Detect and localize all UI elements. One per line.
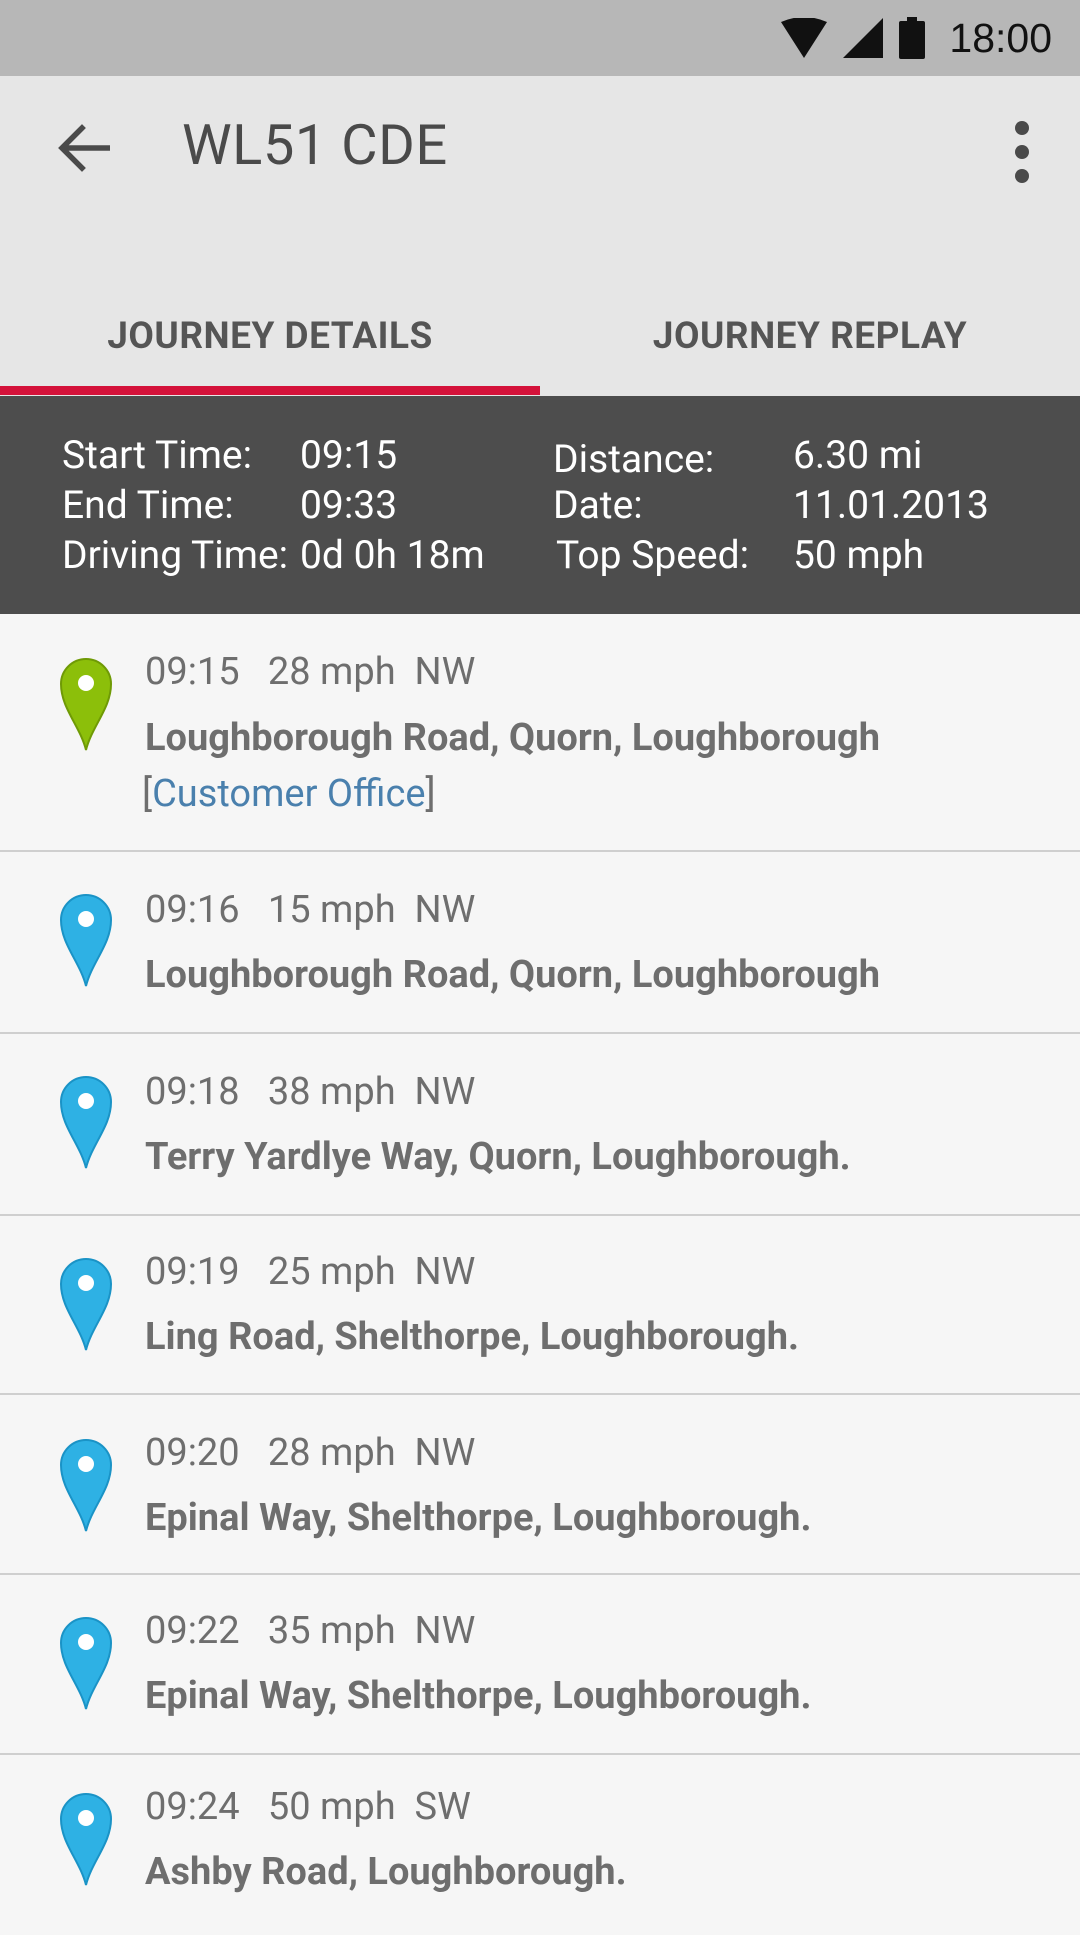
date-label: Date: [553,482,643,528]
start-time-value: 09:15 [300,432,398,478]
arrow-back-icon [58,124,110,172]
list-item[interactable]: 09:19 25 mph NW Ling Road, Shelthorpe, L… [0,1216,1080,1395]
point-address: Ashby Road, Loughborough. [145,1850,627,1894]
tab-journey-replay[interactable]: JOURNEY REPLAY [540,276,1080,396]
point-address: Loughborough Road, Quorn, Loughborough [145,716,881,760]
point-meta: 09:19 25 mph NW [145,1250,476,1294]
signal-icon [843,18,884,58]
waypoint-pin-icon [59,1439,113,1532]
end-time-value: 09:33 [300,482,398,528]
point-address: Terry Yardlye Way, Quorn, Loughborough. [145,1135,851,1179]
list-item[interactable]: 09:22 35 mph NW Epinal Way, Shelthorpe, … [0,1575,1080,1755]
journey-summary: Start Time: 09:15 End Time: 09:33 Drivin… [0,396,1080,614]
waypoint-pin-icon [59,1258,113,1351]
battery-icon [899,17,926,59]
tab-journey-details[interactable]: JOURNEY DETAILS [0,276,540,396]
location-tag: [Customer Office] [142,772,436,816]
list-item[interactable]: 09:16 15 mph NW Loughborough Road, Quorn… [0,852,1080,1034]
start-time-label: Start Time: [62,432,253,478]
overflow-menu-button[interactable] [994,112,1050,192]
point-meta: 09:24 50 mph SW [145,1785,471,1829]
back-button[interactable] [52,116,116,180]
point-address: Epinal Way, Shelthorpe, Loughborough. [145,1674,812,1718]
date-value: 11.01.2013 [793,482,989,528]
status-icons: 18:00 [781,0,1052,76]
point-meta: 09:18 38 mph NW [145,1070,476,1114]
waypoint-pin-icon [59,1793,113,1886]
point-meta: 09:20 28 mph NW [145,1431,476,1475]
waypoint-pin-icon [59,894,113,987]
driving-time-label: Driving Time: [62,532,289,578]
status-clock: 18:00 [949,14,1052,61]
list-item[interactable]: 09:15 28 mph NW Loughborough Road, Quorn… [0,614,1080,852]
top-speed-value: 50 mph [793,532,925,578]
point-meta: 09:16 15 mph NW [145,888,476,932]
point-meta: 09:15 28 mph NW [145,650,476,694]
end-time-label: End Time: [62,482,234,528]
waypoint-pin-icon [59,1617,113,1710]
customer-office-link[interactable]: Customer Office [152,772,425,816]
driving-time-value: 0d 0h 18m [300,532,485,578]
distance-value: 6.30 mi [793,432,923,478]
start-pin-icon [59,658,113,751]
page-title: WL51 CDE [182,112,448,178]
tab-indicator [0,386,540,395]
tab-bar: JOURNEY DETAILS JOURNEY REPLAY [0,276,1080,396]
waypoint-pin-icon [59,1076,113,1169]
distance-label: Distance: [553,436,715,482]
list-item[interactable]: 09:20 28 mph NW Epinal Way, Shelthorpe, … [0,1395,1080,1575]
list-item[interactable]: 09:18 38 mph NW Terry Yardlye Way, Quorn… [0,1034,1080,1216]
wifi-icon [781,18,828,58]
top-speed-label: Top Speed: [556,532,750,578]
app-bar: WL51 CDE JOURNEY DETAILS JOURNEY REPLAY [0,76,1080,396]
status-bar: 18:00 [0,0,1080,76]
journey-point-list: 09:15 28 mph NW Loughborough Road, Quorn… [0,614,1080,1935]
point-address: Ling Road, Shelthorpe, Loughborough. [145,1315,800,1359]
point-address: Epinal Way, Shelthorpe, Loughborough. [145,1496,812,1540]
list-item[interactable]: 09:24 50 mph SW Ashby Road, Loughborough… [0,1755,1080,1935]
point-meta: 09:22 35 mph NW [145,1609,476,1653]
point-address: Loughborough Road, Quorn, Loughborough [145,953,881,997]
more-vert-icon [1015,121,1029,183]
